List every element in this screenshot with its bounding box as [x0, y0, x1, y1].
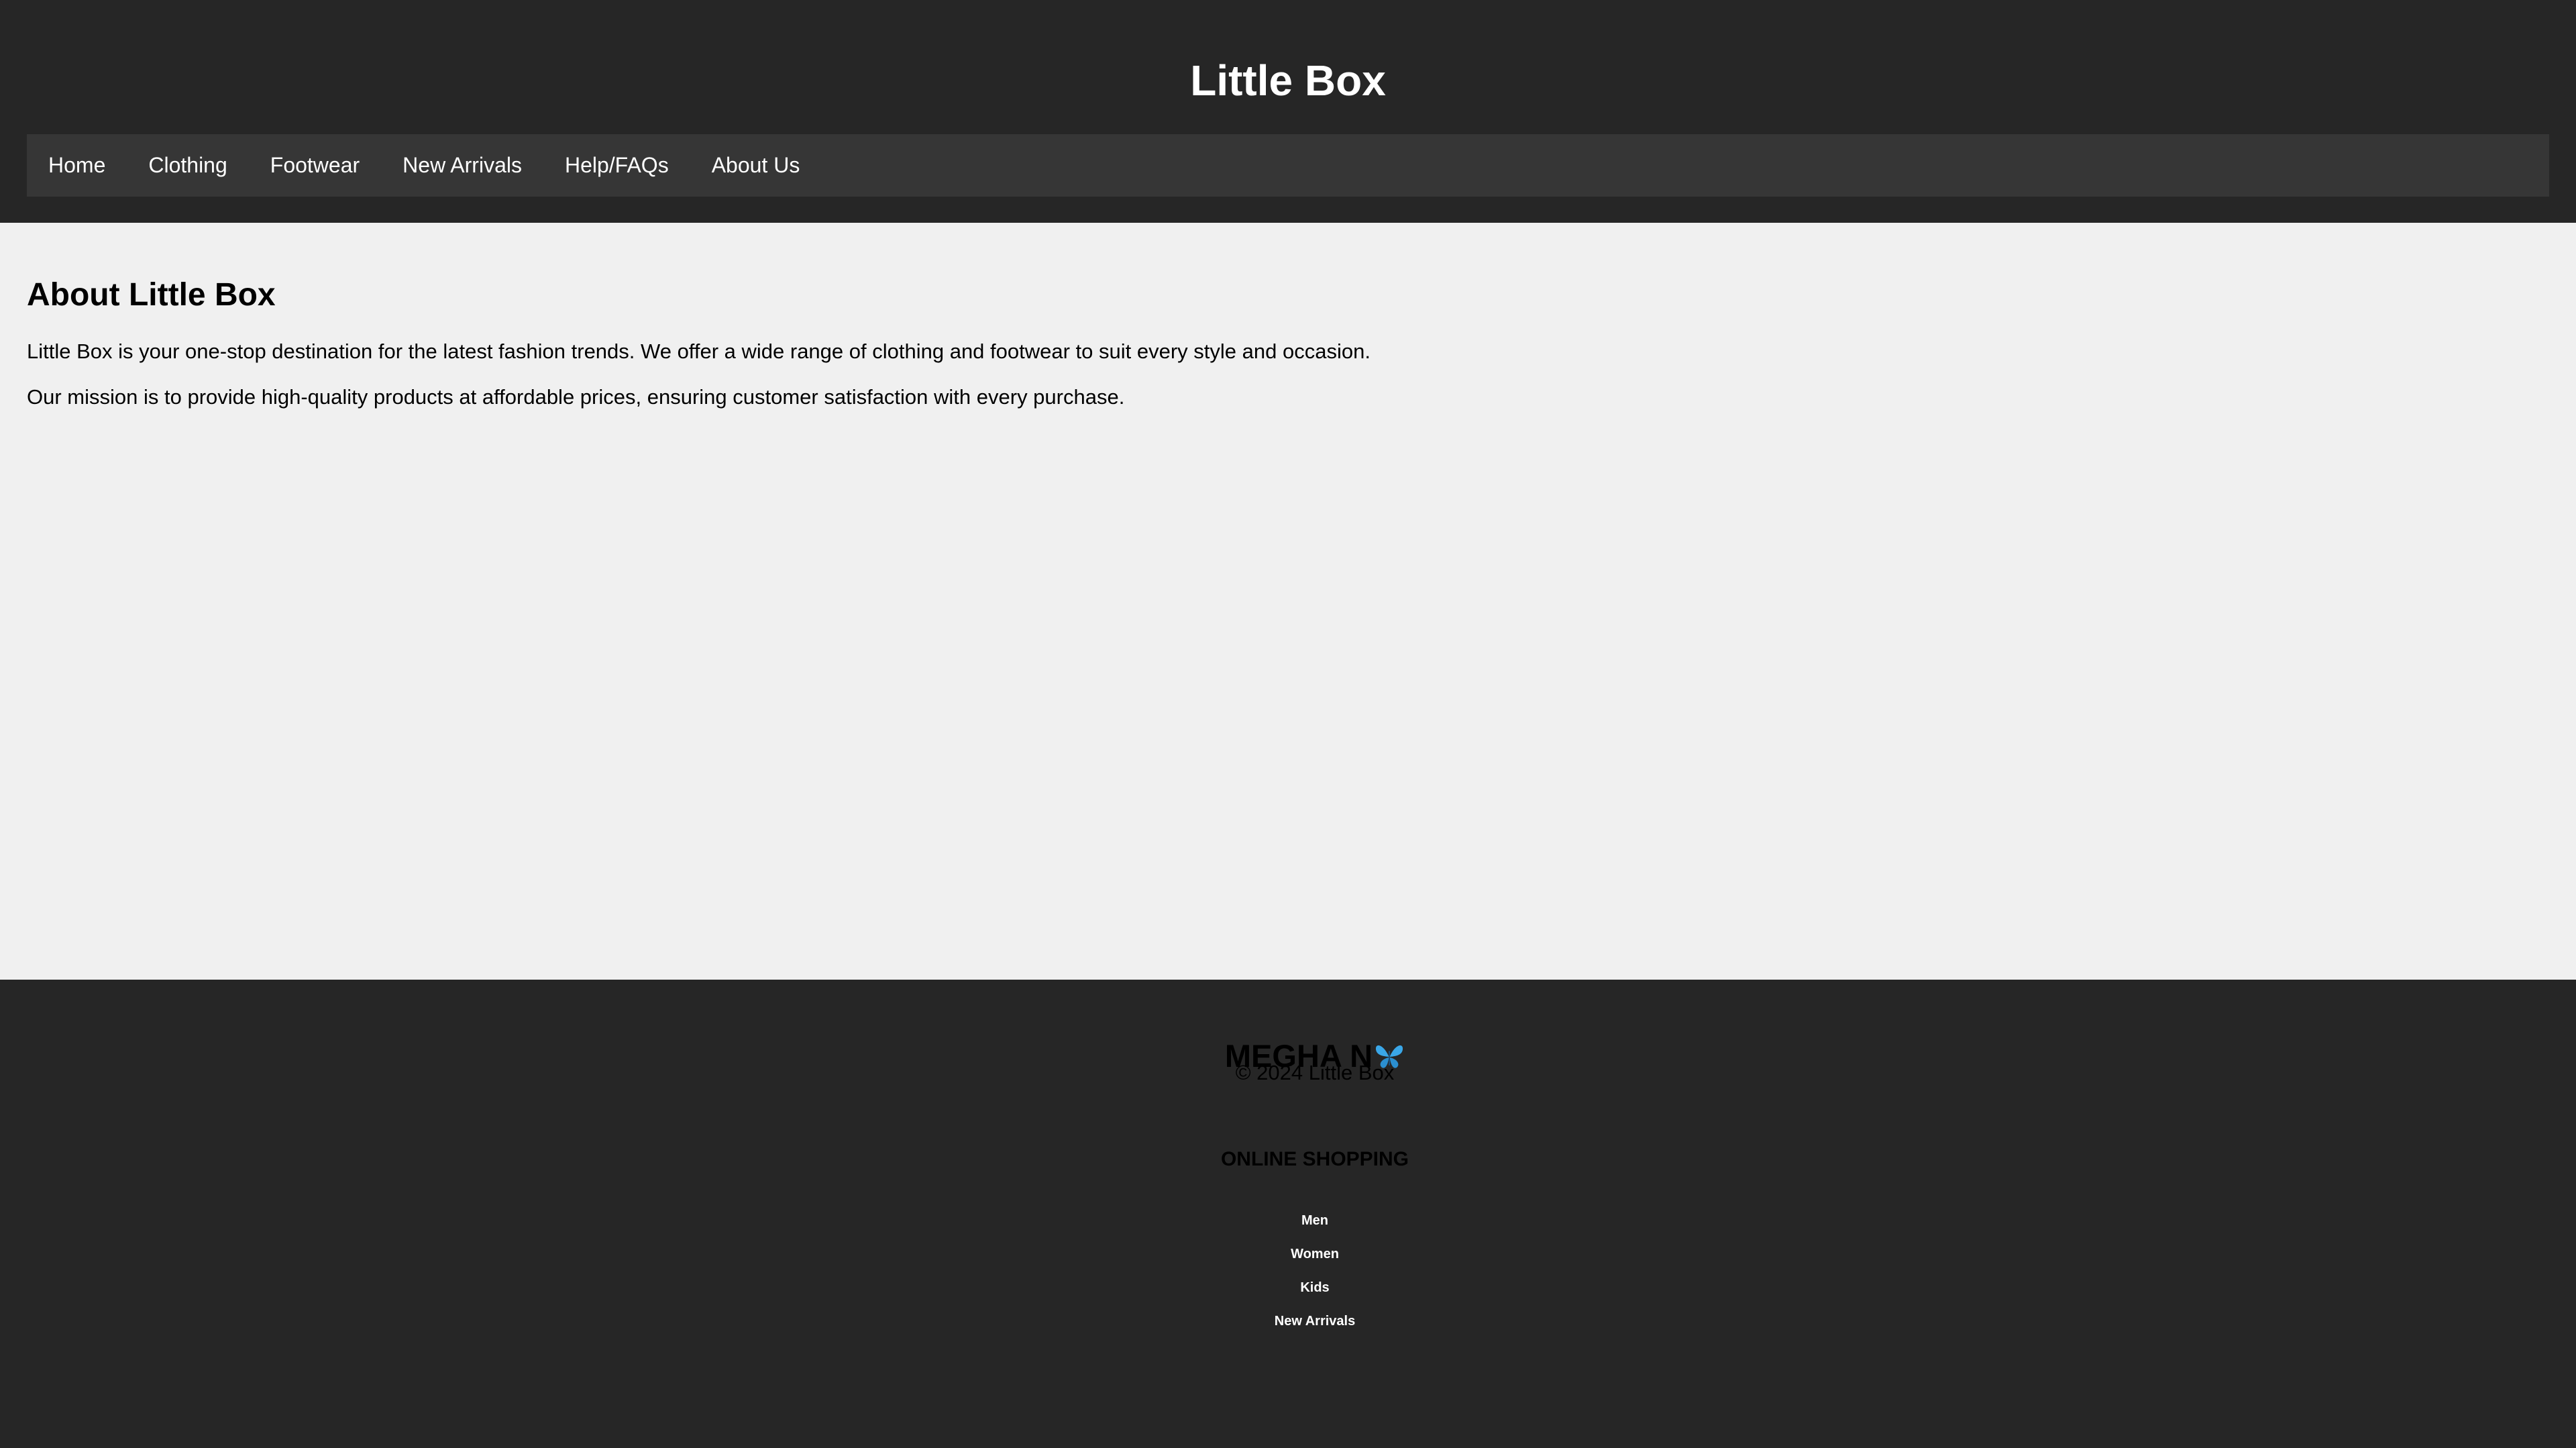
mission-paragraph: Our mission is to provide high-quality p… [27, 385, 1125, 409]
footer-links: Men Women Kids New Arrivals [0, 1204, 2576, 1338]
copyright: © 2024 Little Box [1235, 1061, 1395, 1084]
footer-link-kids[interactable]: Kids [0, 1271, 2576, 1304]
site-header: Little Box Home Clothing Footwear New Ar… [0, 0, 2576, 223]
site-title: Little Box [1190, 56, 1386, 105]
main-content: About Little Box Little Box is your one-… [0, 223, 2576, 980]
site-footer: MEGHA N ONLINE SHOPPING Men Women Kids N… [0, 980, 2576, 1448]
footer-link-men[interactable]: Men [0, 1204, 2576, 1237]
nav-item-new-arrivals[interactable]: New Arrivals [381, 134, 543, 197]
main-nav: Home Clothing Footwear New Arrivals Help… [27, 134, 2549, 197]
nav-item-clothing[interactable]: Clothing [127, 134, 248, 197]
nav-item-home[interactable]: Home [27, 134, 127, 197]
footer-link-new-arrivals[interactable]: New Arrivals [0, 1304, 2576, 1338]
nav-item-help-faqs[interactable]: Help/FAQs [543, 134, 690, 197]
nav-item-about-us[interactable]: About Us [690, 134, 822, 197]
about-paragraph: Little Box is your one-stop destination … [27, 340, 1371, 363]
footer-link-women[interactable]: Women [0, 1237, 2576, 1271]
nav-item-footwear[interactable]: Footwear [249, 134, 381, 197]
page-heading: About Little Box [27, 277, 276, 313]
footer-section-title: ONLINE SHOPPING [1220, 1148, 1409, 1170]
